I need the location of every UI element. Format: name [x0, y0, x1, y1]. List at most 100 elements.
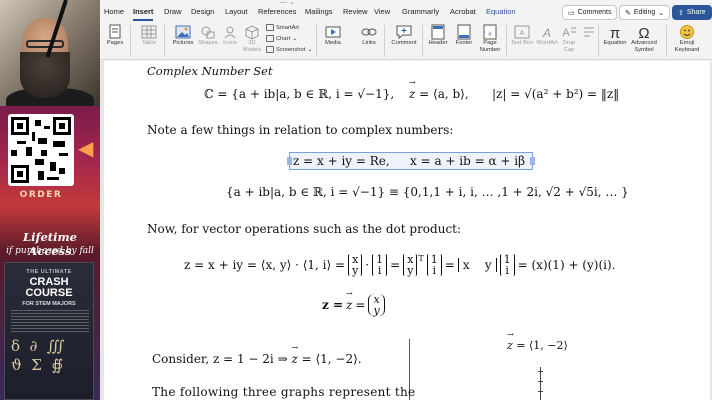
svg-text:A: A [542, 26, 551, 40]
row-vector: x y [457, 258, 497, 272]
selected-equation-part-2[interactable]: x = a + ib = α + iβ [410, 154, 525, 168]
ribbon-separator [506, 25, 507, 57]
smartart-label: SmartArt [276, 24, 299, 31]
tab-mailings[interactable]: Mailings [305, 7, 333, 16]
graph-tick [538, 371, 543, 372]
course-subtitle: FOR STEM MAJORS [22, 301, 76, 307]
text-box-button[interactable]: A Text Box [510, 24, 534, 47]
title-bar-fragment: — ⌄ [280, 0, 295, 6]
ribbon-tab-bar: — ⌄ Home Insert Draw Design Layout Refer… [100, 0, 712, 22]
equation-handle-right[interactable] [530, 157, 535, 165]
text-options-button[interactable] [580, 24, 596, 40]
course-cover: THE ULTIMATE CRASH COURSE FOR STEM MAJOR… [4, 262, 94, 400]
tab-acrobat[interactable]: Acrobat [450, 7, 476, 16]
word-window: — ⌄ Home Insert Draw Design Layout Refer… [100, 0, 712, 400]
comments-button[interactable]: ▭ Comments [562, 5, 618, 20]
links-button[interactable]: Links [358, 24, 380, 47]
shapes-button[interactable]: Shapes [197, 24, 219, 47]
table-label: Table [142, 40, 156, 46]
chart-button[interactable]: Chart ⌄ [266, 35, 297, 42]
graph-tick [538, 381, 543, 382]
ribbon-separator [666, 25, 667, 57]
wordart-button[interactable]: A WordArt [535, 24, 559, 47]
table-icon [141, 25, 157, 39]
3d-models-button[interactable]: 3D Models [241, 24, 263, 53]
tab-design[interactable]: Design [191, 7, 214, 16]
selected-equation-part-1[interactable]: z = x + iy = Re, [293, 154, 390, 168]
drop-cap-label: Drop Cap [562, 40, 576, 53]
presenter-beard [20, 52, 70, 98]
drop-cap-icon: A [562, 27, 576, 39]
media-button[interactable]: Media [322, 24, 344, 47]
section-heading: Complex Number Set [147, 64, 273, 78]
dot-product-intro: Now, for vector operations such as the d… [147, 222, 462, 236]
equation-button[interactable]: π Equation [602, 24, 628, 47]
page-number-button[interactable]: # Page Number [478, 24, 502, 53]
column-vector-xy-transpose: xy [403, 254, 418, 277]
matrix-entry: i [432, 264, 437, 277]
tab-grammarly[interactable]: Grammarly [402, 7, 439, 16]
column-vector-xy: xy [348, 254, 363, 276]
omega-icon: Ω [638, 25, 649, 40]
pages-button[interactable]: Pages [104, 24, 126, 47]
matrix-entry: y [407, 264, 414, 277]
screenshot-button[interactable]: Screenshot ⌄ [266, 46, 312, 53]
tab-layout[interactable]: Layout [225, 7, 248, 16]
modulus-definition: |z| = √(a² + b²) = ‖z‖ [492, 87, 620, 101]
graph-caption-text: = ⟨1, −2⟩ [512, 339, 568, 352]
smartart-button[interactable]: SmartArt [266, 24, 299, 31]
comment-button[interactable]: Comment [389, 24, 419, 47]
tab-insert[interactable]: Insert [133, 7, 154, 21]
tab-home[interactable]: Home [104, 7, 124, 16]
emoji-icon [680, 25, 694, 39]
chevron-down-icon: ⌄ [292, 35, 298, 42]
wordart-label: WordArt [536, 40, 558, 46]
ribbon-separator [316, 25, 317, 57]
z-vector-lhs: z = [322, 298, 344, 312]
advanced-symbol-label: Advanced Symbol [631, 40, 657, 53]
matrix-entry: i [505, 264, 509, 277]
drop-cap-button[interactable]: A Drop Cap [560, 24, 578, 53]
graphs-paragraph: The following three graphs represent the [152, 385, 416, 399]
share-button[interactable]: ⇪ Share [672, 5, 712, 20]
editing-mode-button[interactable]: ✎ Editing ⌄ [619, 5, 671, 20]
arrow-left-icon: ◀ [78, 138, 94, 160]
consider-line: Consider, z = 1 − 2i ⇒ z = ⟨1, −2⟩. [152, 343, 362, 366]
consider-text: Consider, z = 1 − 2i ⇒ [152, 352, 292, 366]
tab-review[interactable]: Review [343, 7, 368, 16]
z-vector-symbol: z [291, 343, 298, 366]
svg-text:π: π [610, 25, 620, 40]
document-page[interactable]: Complex Number Set ℂ = {a + ib|a, b ∈ ℝ,… [104, 61, 710, 400]
course-title: CRASH COURSE [25, 276, 73, 299]
header-label: Header [428, 40, 448, 46]
tab-equation[interactable]: Equation [486, 7, 516, 16]
qr-code[interactable] [8, 114, 74, 186]
vector-definition-rhs: = ⟨a, b⟩, [415, 87, 469, 101]
tab-view[interactable]: View [374, 7, 390, 16]
column-vector-xy-paren: xy [368, 294, 385, 316]
equation-handle-left[interactable] [287, 157, 292, 165]
footer-button[interactable]: Footer [452, 24, 476, 47]
tab-draw[interactable]: Draw [164, 7, 182, 16]
dot-equation-lhs: z = x + iy = ⟨x, y⟩ · ⟨1, i⟩ = [184, 258, 346, 272]
insert-ribbon: Pages Table Pictures Shapes Icons 3D Mod… [100, 22, 712, 60]
footer-icon [457, 24, 471, 40]
ribbon-separator [164, 25, 165, 57]
consider-rhs: = ⟨1, −2⟩. [297, 352, 362, 366]
header-button[interactable]: Header [426, 24, 450, 47]
complex-set-definition: ℂ = {a + ib|a, b ∈ ℝ, i = √−1}, [204, 87, 395, 101]
table-button[interactable]: Table [138, 24, 160, 47]
graph-tick [538, 391, 543, 392]
links-label: Links [362, 40, 376, 46]
course-kicker: THE ULTIMATE [26, 269, 72, 275]
chevron-down-icon: ⌄ [307, 46, 313, 53]
comments-label: Comments [577, 9, 612, 16]
advanced-symbol-button[interactable]: Ω Advanced Symbol [629, 24, 659, 53]
dot-operator: · [365, 258, 370, 272]
tab-references[interactable]: References [258, 7, 296, 16]
pictures-label: Pictures [172, 40, 194, 46]
emoji-keyboard-button[interactable]: Emoji Keyboard [672, 24, 702, 53]
pictures-button[interactable]: Pictures [170, 24, 196, 47]
icons-button[interactable]: Icons [220, 24, 240, 47]
math-symbols: δ ∂ ∭ ϑ Σ ∯ [11, 337, 65, 374]
